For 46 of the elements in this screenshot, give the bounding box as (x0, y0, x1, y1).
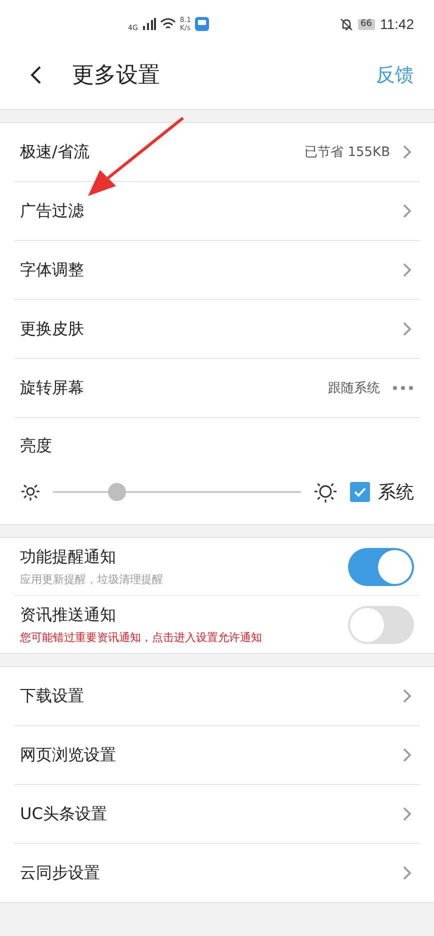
chevron-right-icon (402, 747, 412, 763)
system-checkbox[interactable] (350, 482, 370, 502)
settings-row[interactable]: 旋转屏幕 跟随系统 (14, 359, 420, 418)
chevron-right-icon (402, 865, 412, 881)
chevron-right-icon (402, 321, 412, 337)
row-label: 字体调整 (20, 260, 84, 280)
notification-subtitle: 应用更新提醒，垃圾清理提醒 (20, 572, 163, 586)
system-label: 系统 (378, 480, 414, 504)
notification-title: 功能提醒通知 (20, 546, 117, 568)
chevron-right-icon (402, 203, 412, 219)
more-dots-icon (392, 385, 414, 391)
bell-muted-icon (340, 18, 353, 30)
battery-indicator: 66 (358, 18, 375, 30)
row-label: UC头条设置 (20, 804, 107, 824)
settings-row[interactable]: 云同步设置 (14, 844, 420, 902)
back-chevron-icon (30, 64, 42, 84)
settings-row[interactable]: UC头条设置 (14, 785, 420, 844)
notification-title: 资讯推送通知 (20, 604, 117, 626)
checkmark-icon (353, 486, 367, 498)
warning-text[interactable]: 您可能错过重要资讯通知，点击进入设置允许通知 (20, 630, 262, 644)
row-label: 网页浏览设置 (20, 744, 116, 766)
row-value: 跟随系统 (328, 380, 380, 397)
settings-row[interactable]: 更换皮肤 (14, 300, 420, 359)
page-title: 更多设置 (72, 62, 161, 90)
chevron-right-icon (402, 688, 412, 704)
app-notification-icon (195, 17, 210, 31)
toggle-switch[interactable] (348, 548, 414, 586)
settings-row[interactable]: 字体调整 (14, 241, 420, 300)
chevron-right-icon (402, 144, 412, 160)
settings-row[interactable]: 网页浏览设置 (14, 726, 420, 785)
row-label: 云同步设置 (20, 862, 100, 884)
row-label: 极速/省流 (20, 142, 90, 162)
toggle-switch[interactable] (348, 606, 414, 644)
status-time: 11:42 (380, 16, 414, 32)
row-label: 更换皮肤 (20, 318, 84, 340)
slider-thumb[interactable] (108, 482, 126, 500)
brightness-label: 亮度 (20, 436, 53, 457)
chevron-right-icon (402, 806, 412, 822)
row-label: 旋转屏幕 (20, 378, 84, 398)
row-label: 下载设置 (20, 686, 84, 706)
signal-icon (142, 18, 156, 30)
wifi-icon (160, 18, 176, 30)
settings-row[interactable]: 下载设置 (14, 667, 420, 726)
row-label: 广告过滤 (20, 200, 84, 222)
chevron-right-icon (402, 262, 412, 278)
row-value: 已节省 155KB (304, 144, 390, 161)
